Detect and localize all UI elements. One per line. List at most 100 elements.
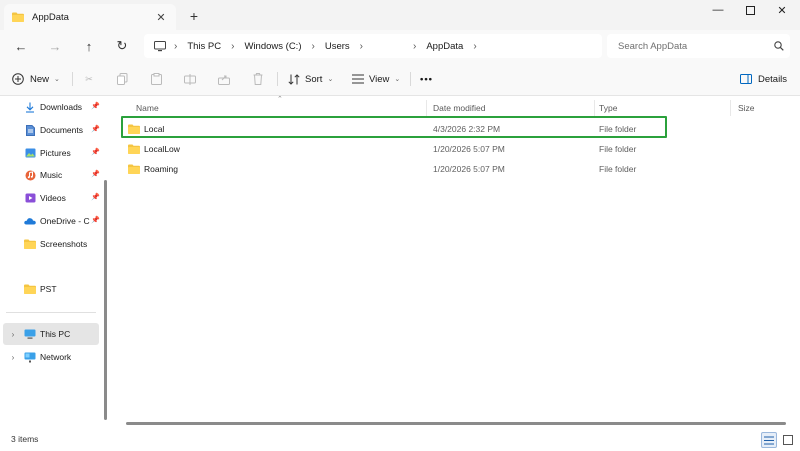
forward-button[interactable]: →: [46, 37, 64, 55]
file-name: LocalLow: [144, 144, 180, 154]
sidebar-item-videos[interactable]: Videos 📌: [24, 189, 102, 207]
breadcrumb-this-pc[interactable]: This PC: [187, 41, 221, 52]
table-row[interactable]: LocalLow 1/20/2026 5:07 PM File folder: [124, 140, 664, 158]
column-header-name[interactable]: Name: [136, 101, 159, 115]
sort-caret-icon: ⌃: [277, 96, 283, 103]
horizontal-scrollbar[interactable]: [126, 422, 786, 425]
table-row[interactable]: Roaming 1/20/2026 5:07 PM File folder: [124, 160, 664, 178]
sidebar-item-label: Pictures: [40, 148, 71, 158]
chevron-down-icon: ⌄: [327, 76, 334, 83]
close-window-button[interactable]: ✕: [764, 0, 800, 20]
pin-icon[interactable]: 📌: [91, 193, 100, 203]
pictures-icon: [24, 147, 36, 159]
pin-icon[interactable]: 📌: [91, 125, 100, 135]
column-divider[interactable]: [426, 100, 427, 116]
new-tab-button[interactable]: +: [186, 8, 202, 24]
minimize-button[interactable]: —: [700, 0, 736, 20]
chevron-right-icon[interactable]: ›: [473, 41, 476, 52]
paste-icon: [150, 73, 162, 85]
chevron-right-icon[interactable]: ›: [231, 41, 234, 52]
pin-icon[interactable]: 📌: [91, 216, 100, 226]
toolbar-divider: [72, 72, 73, 86]
search-box[interactable]: [607, 34, 790, 58]
column-header-type[interactable]: Type: [599, 101, 617, 115]
share-icon: [218, 74, 230, 85]
sidebar-item-label: This PC: [40, 329, 71, 339]
close-icon[interactable]: ✕: [154, 10, 168, 24]
sidebar-item-screenshots[interactable]: Screenshots: [24, 235, 102, 253]
pin-icon[interactable]: 📌: [91, 148, 100, 158]
refresh-icon: ↻: [116, 38, 128, 53]
search-input[interactable]: [618, 40, 768, 52]
sidebar-item-label: PST: [40, 284, 57, 294]
more-options-icon: •••: [420, 73, 433, 85]
sort-button[interactable]: Sort ⌄: [288, 70, 333, 88]
breadcrumb-users[interactable]: Users: [325, 41, 350, 52]
rename-button[interactable]: [181, 70, 199, 88]
back-button[interactable]: ←: [12, 37, 30, 55]
new-button[interactable]: New ⌄: [12, 70, 60, 88]
view-icon: [352, 74, 364, 84]
file-date: 1/20/2026 5:07 PM: [433, 144, 505, 154]
expand-chevron-icon[interactable]: ›: [8, 329, 18, 339]
column-divider[interactable]: [730, 100, 731, 116]
trash-icon: [253, 73, 263, 85]
sidebar-divider: [6, 312, 96, 313]
sort-icon: [288, 73, 300, 85]
copy-icon: [116, 73, 128, 85]
chevron-right-icon[interactable]: ›: [413, 41, 416, 52]
sidebar-item-documents[interactable]: Documents 📌: [24, 121, 102, 139]
breadcrumb-appdata[interactable]: AppData: [426, 41, 463, 52]
tiles-view-button[interactable]: [780, 432, 796, 448]
sidebar-item-onedrive[interactable]: OneDrive - C 📌: [24, 212, 102, 230]
column-header-size[interactable]: Size: [738, 101, 755, 115]
chevron-right-icon[interactable]: ›: [360, 41, 363, 52]
sidebar-item-this-pc[interactable]: This PC: [24, 325, 102, 343]
sidebar-item-label: Screenshots: [40, 239, 88, 249]
column-header-date-modified[interactable]: Date modified: [433, 101, 485, 115]
column-divider[interactable]: [594, 100, 595, 116]
up-button[interactable]: ↑: [80, 37, 98, 55]
refresh-button[interactable]: ↻: [113, 37, 131, 55]
chevron-down-icon: ⌄: [54, 76, 60, 83]
copy-button[interactable]: [113, 70, 131, 88]
view-button[interactable]: View ⌄: [352, 70, 400, 88]
chevron-right-icon[interactable]: ›: [312, 41, 315, 52]
sidebar-item-label: Videos: [40, 193, 66, 203]
delete-button[interactable]: [249, 70, 267, 88]
sidebar-item-network[interactable]: Network: [24, 348, 102, 366]
new-label: New: [30, 73, 50, 85]
back-arrow-icon: ←: [14, 38, 28, 54]
sidebar-item-music[interactable]: Music 📌: [24, 166, 102, 184]
minimize-icon: —: [712, 4, 724, 16]
maximize-icon: [745, 5, 755, 15]
paste-button[interactable]: [147, 70, 165, 88]
highlight-box: [121, 116, 667, 138]
tab-appdata[interactable]: AppData ✕: [4, 4, 176, 30]
file-name-cell: LocalLow: [128, 140, 180, 158]
sidebar-item-pst[interactable]: PST: [24, 280, 102, 298]
breadcrumb-windows-c[interactable]: Windows (C:): [244, 41, 301, 52]
title-bar: AppData ✕ + — ✕: [0, 0, 800, 30]
details-view-button[interactable]: [761, 432, 777, 448]
share-button[interactable]: [215, 70, 233, 88]
breadcrumb[interactable]: › This PC › Windows (C:) › Users › › App…: [144, 34, 602, 58]
pin-icon[interactable]: 📌: [91, 170, 100, 180]
pin-icon[interactable]: 📌: [91, 102, 100, 112]
toolbar-divider: [410, 72, 411, 86]
tiles-view-icon: [783, 435, 793, 445]
sidebar-item-pictures[interactable]: Pictures 📌: [24, 144, 102, 162]
network-icon: [24, 351, 36, 363]
file-type: File folder: [599, 144, 637, 154]
more-options-button[interactable]: •••: [420, 70, 433, 88]
sidebar-item-downloads[interactable]: Downloads 📌: [24, 98, 102, 116]
cut-button[interactable]: ✂: [80, 70, 98, 88]
folder-icon: [128, 163, 140, 175]
details-button[interactable]: Details: [740, 70, 787, 88]
search-icon[interactable]: [774, 41, 784, 51]
documents-icon: [24, 124, 36, 136]
sidebar-scrollbar[interactable]: [104, 180, 107, 420]
expand-chevron-icon[interactable]: ›: [8, 352, 18, 362]
maximize-button[interactable]: [732, 0, 768, 20]
up-arrow-icon: ↑: [85, 38, 93, 54]
